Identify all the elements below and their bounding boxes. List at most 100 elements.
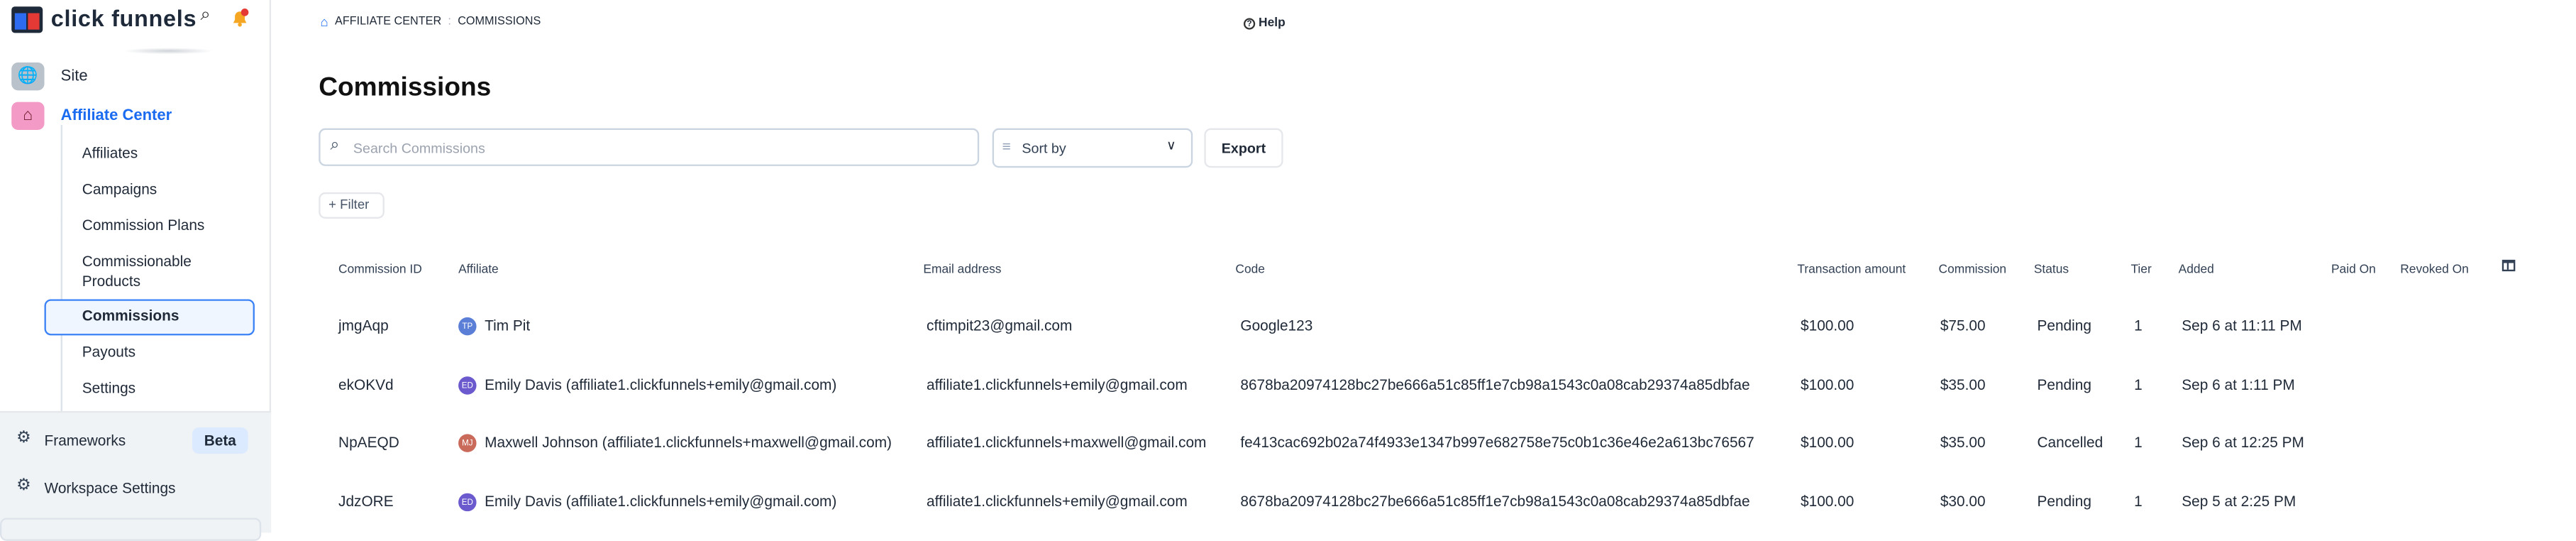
sidebar-item-payouts[interactable]: Payouts <box>82 344 136 360</box>
cell-commission: $35.00 <box>1940 434 1986 451</box>
cell-tier: 1 <box>2134 376 2143 393</box>
breadcrumb-parent[interactable]: AFFILIATE CENTER <box>335 16 441 28</box>
gear-icon: ⚙ <box>16 476 31 496</box>
cell-email: affiliate1.clickfunnels+emily@gmail.com <box>927 493 1188 510</box>
filter-label: Filter <box>340 197 370 212</box>
sidebar-item-commissionable-products[interactable]: Commissionable Products <box>82 251 206 291</box>
header-transaction-amount[interactable]: Transaction amount <box>1797 261 1906 276</box>
nav-label: Affiliate Center <box>60 106 172 125</box>
cell-code: 8678ba20974128bc27be666a51c85ff1e7cb98a1… <box>1240 493 1750 510</box>
cell-amount: $100.00 <box>1801 317 1854 334</box>
cell-status: Pending <box>2037 317 2091 334</box>
header-commission[interactable]: Commission <box>1939 261 2007 276</box>
cell-status: Cancelled <box>2037 434 2104 451</box>
header-commission-id[interactable]: Commission ID <box>338 261 422 276</box>
avatar: ED <box>458 376 477 395</box>
cell-affiliate: ED Emily Davis (affiliate1.clickfunnels+e… <box>458 493 836 512</box>
nav-label: Site <box>60 67 88 86</box>
chevron-down-icon: ∨ <box>1166 138 1176 153</box>
cell-email: affiliate1.clickfunnels+emily@gmail.com <box>927 376 1188 393</box>
cell-tier: 1 <box>2134 493 2143 510</box>
cell-affiliate: ED Emily Davis (affiliate1.clickfunnels+e… <box>458 376 836 395</box>
cell-code: fe413cac692b02a74f4933e1347b997e682758e7… <box>1240 434 1754 451</box>
export-button[interactable]: Export <box>1204 128 1283 168</box>
sort-icon: ≡ <box>1002 138 1011 155</box>
bell-icon[interactable] <box>230 6 249 27</box>
affiliates-icon: ⌂ <box>11 102 45 130</box>
cell-tier: 1 <box>2134 434 2143 451</box>
cell-amount: $100.00 <box>1801 493 1854 510</box>
cell-code: Google123 <box>1240 317 1313 334</box>
cell-id: NpAEQD <box>338 434 399 451</box>
header-added[interactable]: Added <box>2179 261 2214 276</box>
header-paid-on[interactable]: Paid On <box>2331 261 2376 276</box>
help-link[interactable]: ? Help <box>1243 14 1286 30</box>
affiliate-name[interactable]: Tim Pit <box>485 317 530 334</box>
cell-added: Sep 6 at 11:11 PM <box>2182 317 2302 334</box>
avatar: TP <box>458 317 477 336</box>
cell-code: 8678ba20974128bc27be666a51c85ff1e7cb98a1… <box>1240 376 1750 393</box>
cell-amount: $100.00 <box>1801 434 1854 451</box>
header-affiliate[interactable]: Affiliate <box>458 261 499 276</box>
nav-item-affiliate-center[interactable]: ⌂ Affiliate Center <box>11 102 172 130</box>
columns-icon[interactable] <box>2502 259 2516 272</box>
help-label: Help <box>1259 14 1286 30</box>
sidebar-footer: ⚙ Frameworks Beta ⚙ Workspace Settings <box>0 410 272 541</box>
sidebar-item-settings[interactable]: Settings <box>82 380 136 396</box>
divider <box>123 48 214 55</box>
search-placeholder: Search Commissions <box>353 139 485 156</box>
cell-id: jmgAqp <box>338 317 389 334</box>
affiliate-name[interactable]: Emily Davis (affiliate1.clickfunnels+emi… <box>485 376 836 393</box>
cell-added: Sep 6 at 12:25 PM <box>2182 434 2304 451</box>
cell-status: Pending <box>2037 493 2091 510</box>
sidebar-item-commission-plans[interactable]: Commission Plans <box>82 217 205 234</box>
breadcrumb-current: COMMISSIONS <box>458 16 541 28</box>
avatar: MJ <box>458 434 477 453</box>
frameworks-link[interactable]: Frameworks <box>45 432 126 449</box>
search-input[interactable]: ⌕ Search Commissions <box>319 128 980 166</box>
cell-email: affiliate1.clickfunnels+maxwell@gmail.co… <box>927 434 1207 451</box>
cell-id: JdzORE <box>338 493 394 510</box>
sidebar-item-campaigns[interactable]: Campaigns <box>82 181 157 197</box>
frameworks-icon: ⚙ <box>16 429 31 447</box>
sort-select[interactable]: ≡ Sort by ∨ <box>992 128 1193 168</box>
cell-email: cftimpit23@gmail.com <box>927 317 1073 334</box>
workspace-settings-link[interactable]: Workspace Settings <box>45 480 176 496</box>
cell-tier: 1 <box>2134 317 2143 334</box>
clickfunnels-logo-icon[interactable] <box>11 6 43 33</box>
search-icon: ⌕ <box>330 136 340 155</box>
cell-amount: $100.00 <box>1801 376 1854 393</box>
search-icon[interactable]: ⌕ <box>201 5 211 26</box>
cell-affiliate: TP Tim Pit <box>458 317 530 336</box>
affiliate-name[interactable]: Maxwell Johnson (affiliate1.clickfunnels… <box>485 434 892 450</box>
sort-label: Sort by <box>1022 139 1066 156</box>
cell-id: ekOKVd <box>338 376 394 393</box>
help-icon: ? <box>1243 18 1256 30</box>
header-revoked-on[interactable]: Revoked On <box>2400 261 2469 276</box>
brand-name[interactable]: click funnels <box>51 5 197 31</box>
cell-status: Pending <box>2037 376 2091 393</box>
beta-badge: Beta <box>192 427 248 454</box>
cell-commission: $35.00 <box>1940 376 1986 393</box>
breadcrumb: ⌂ AFFILIATE CENTER : COMMISSIONS <box>321 15 541 30</box>
header-tier[interactable]: Tier <box>2130 261 2151 276</box>
nav-item-site[interactable]: 🌐 Site <box>11 62 88 91</box>
globe-icon: 🌐 <box>11 62 45 91</box>
cell-added: Sep 6 at 1:11 PM <box>2182 376 2295 393</box>
page-title: Commissions <box>319 74 492 102</box>
sidebar-item-commissions[interactable]: Commissions <box>82 307 179 324</box>
breadcrumb-separator: : <box>448 16 451 28</box>
header-code[interactable]: Code <box>1235 261 1265 276</box>
header-status[interactable]: Status <box>2034 261 2069 276</box>
tree-line <box>60 124 62 425</box>
account-switcher[interactable] <box>0 518 262 541</box>
affiliate-name[interactable]: Emily Davis (affiliate1.clickfunnels+emi… <box>485 493 836 510</box>
header-email[interactable]: Email address <box>923 261 1001 276</box>
avatar: ED <box>458 493 477 512</box>
filter-button[interactable]: + Filter <box>319 192 385 219</box>
plus-icon: + <box>328 197 341 212</box>
cell-commission: $30.00 <box>1940 493 1986 510</box>
cell-commission: $75.00 <box>1940 317 1986 334</box>
sidebar: click funnels ⌕ 🌐 Site ⌂ Affiliate Cente… <box>0 0 272 541</box>
sidebar-item-affiliates[interactable]: Affiliates <box>82 145 138 161</box>
